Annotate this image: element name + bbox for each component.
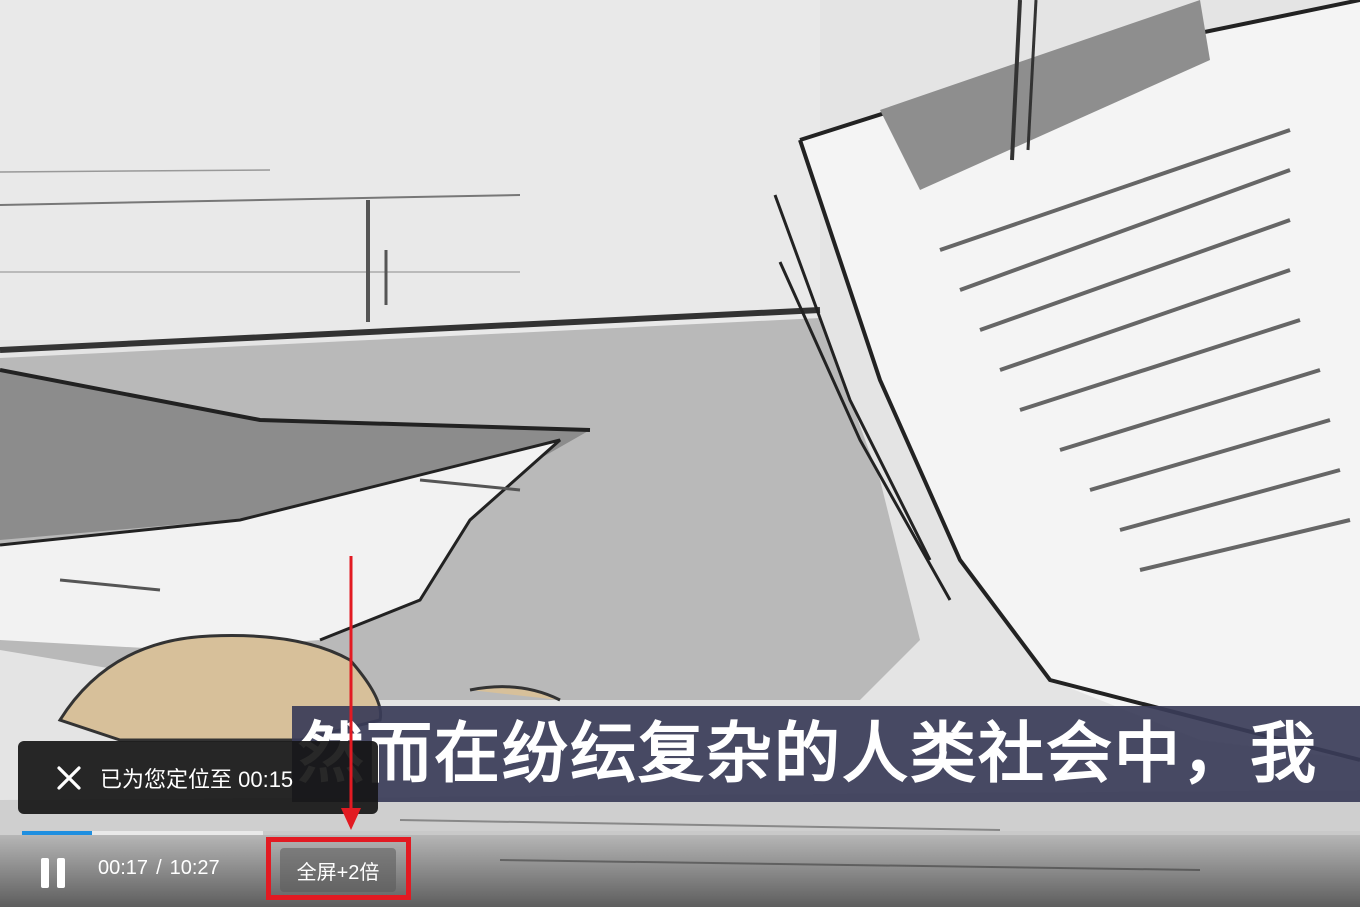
- time-separator: /: [156, 857, 162, 879]
- current-time: 00:17: [98, 857, 149, 879]
- player-control-bar: 00:17/10:27 全屏+2倍: [0, 835, 1360, 907]
- pause-icon: [41, 858, 65, 888]
- time-display: 00:17 / 10:27: [98, 857, 220, 880]
- annotation-highlight-box: [266, 837, 411, 900]
- progress-played: [22, 831, 92, 835]
- seek-toast: 已为您定位至 00:15: [18, 741, 378, 814]
- close-icon[interactable]: [54, 763, 84, 793]
- subtitle-text: 然而在纷纭复杂的人类社会中，我: [298, 715, 1318, 792]
- progress-bar[interactable]: [22, 831, 1360, 835]
- subtitle-band: 然而在纷纭复杂的人类社会中，我: [292, 706, 1360, 802]
- duration: 10:27: [169, 857, 220, 879]
- pause-button[interactable]: [36, 855, 70, 891]
- toast-message: 已为您定位至 00:15: [100, 766, 294, 792]
